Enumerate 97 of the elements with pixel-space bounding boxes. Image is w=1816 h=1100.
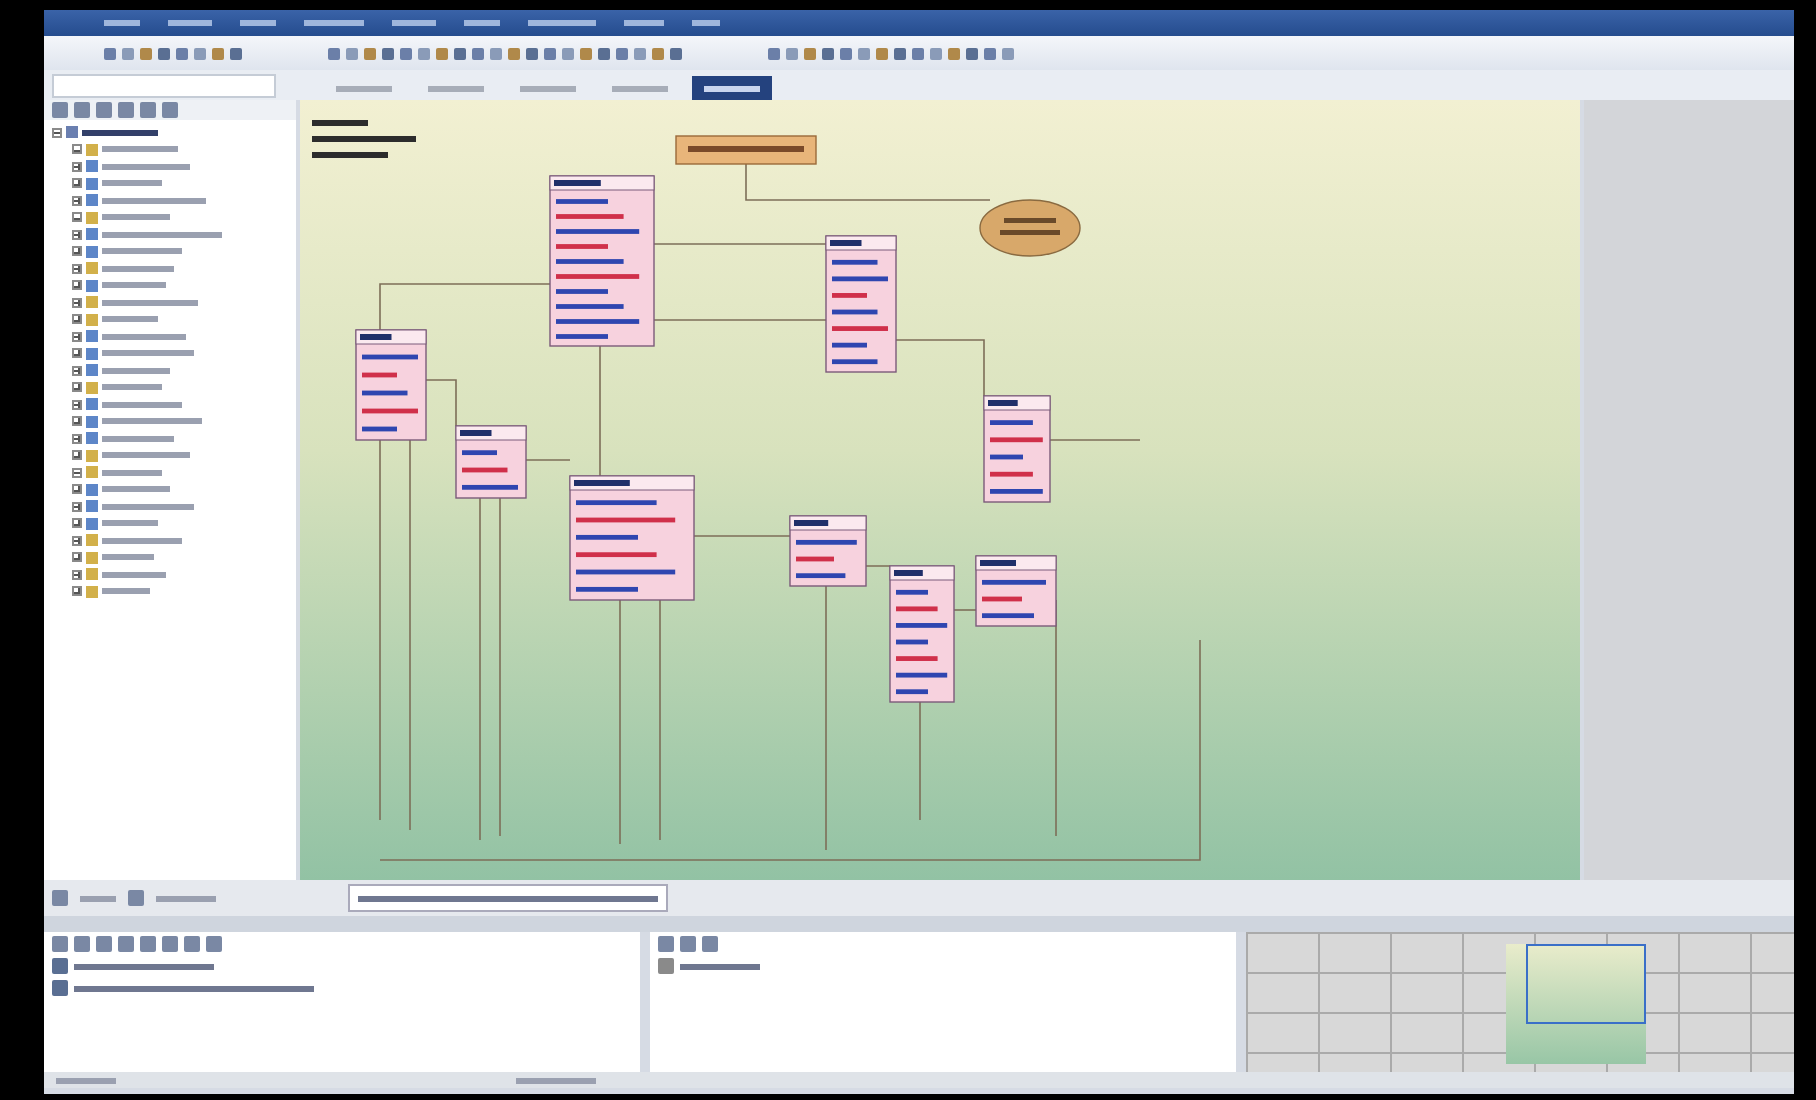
search-field[interactable] [52, 74, 276, 98]
connector-line [895, 339, 985, 397]
blurred-label [102, 537, 182, 544]
connector-line [425, 379, 457, 427]
blurred-label [102, 554, 154, 561]
blurred-label [102, 333, 186, 340]
blurred-label [102, 435, 174, 442]
expander-icon[interactable] [72, 297, 82, 308]
expander-icon[interactable] [72, 467, 82, 478]
expander-icon[interactable] [72, 450, 82, 461]
expander-icon[interactable] [72, 501, 82, 512]
label-box [675, 135, 817, 165]
expander-icon[interactable] [72, 178, 82, 189]
blurred-label [102, 418, 202, 425]
entity-table [975, 555, 1057, 627]
blurred-label [704, 85, 760, 91]
folder-icon [86, 262, 98, 275]
blurred-label [156, 895, 216, 901]
blurred-label [102, 282, 166, 289]
model-icon [66, 126, 78, 139]
expander-icon[interactable] [72, 144, 82, 155]
expander-icon[interactable] [72, 195, 82, 206]
blurred-label [102, 384, 162, 391]
expander-icon[interactable] [72, 263, 82, 274]
expander-icon[interactable] [52, 127, 62, 138]
blurred-label [102, 163, 190, 170]
folder-icon [86, 381, 98, 394]
blurred-label [102, 520, 158, 527]
blurred-label [520, 85, 576, 91]
blurred-label [102, 146, 178, 153]
diagram-thumbnail [1506, 944, 1646, 1064]
connector-line [525, 459, 571, 461]
blurred-label [102, 367, 170, 374]
expander-icon[interactable] [72, 552, 82, 563]
entity-table [355, 329, 427, 441]
expander-icon[interactable] [72, 280, 82, 291]
blurred-label [102, 571, 166, 578]
expander-icon[interactable] [72, 416, 82, 427]
blurred-label [102, 231, 222, 238]
expander-icon[interactable] [72, 246, 82, 257]
blurred-label [312, 152, 388, 158]
expander-icon[interactable] [72, 348, 82, 359]
entity-table [983, 395, 1051, 503]
expander-icon[interactable] [72, 518, 82, 529]
blurred-label [102, 452, 190, 459]
blurred-label [74, 963, 214, 969]
blurred-label [102, 316, 158, 323]
expander-icon[interactable] [72, 161, 82, 172]
expander-icon[interactable] [72, 569, 82, 580]
document-tab[interactable] [692, 76, 772, 100]
blurred-label [312, 120, 368, 126]
connector-line [953, 609, 977, 611]
connector-line [1049, 439, 1141, 441]
folder-icon [86, 211, 98, 224]
diagram-tab[interactable] [348, 884, 668, 912]
entity-table [455, 425, 527, 499]
viewport-frame[interactable] [1526, 944, 1646, 1024]
note-ellipse [979, 199, 1081, 257]
expander-icon[interactable] [72, 229, 82, 240]
expander-icon[interactable] [72, 331, 82, 342]
blurred-label [102, 486, 170, 493]
blurred-label [612, 85, 668, 91]
entity-table [825, 235, 897, 373]
blurred-label [102, 469, 162, 476]
blurred-label [102, 248, 182, 255]
blurred-label [102, 265, 174, 272]
entity-table [789, 515, 867, 587]
diagram-icon [86, 279, 98, 292]
expander-icon[interactable] [72, 399, 82, 410]
expander-icon[interactable] [72, 433, 82, 444]
blurred-label [102, 197, 206, 204]
expander-icon[interactable] [72, 212, 82, 223]
blurred-label [428, 85, 484, 91]
blurred-label [102, 588, 150, 595]
expander-icon[interactable] [72, 535, 82, 546]
expander-icon[interactable] [72, 314, 82, 325]
blurred-label [102, 503, 194, 510]
expander-icon[interactable] [72, 484, 82, 495]
expander-icon[interactable] [72, 382, 82, 393]
blurred-label [56, 1077, 116, 1083]
blurred-label [336, 85, 392, 91]
blurred-label [102, 180, 162, 187]
blurred-label [102, 350, 194, 357]
blurred-label [680, 963, 760, 969]
connector-line [693, 535, 791, 537]
blurred-label [102, 214, 170, 221]
blurred-label [516, 1077, 596, 1083]
entity-table [889, 565, 955, 703]
expander-icon[interactable] [72, 586, 82, 597]
expander-icon[interactable] [72, 365, 82, 376]
entity-table [569, 475, 695, 601]
blurred-label [82, 129, 158, 136]
blurred-label [102, 299, 198, 306]
folder-icon [86, 143, 98, 156]
blurred-label [80, 895, 116, 901]
blurred-label [312, 136, 416, 142]
blurred-label [102, 401, 182, 408]
